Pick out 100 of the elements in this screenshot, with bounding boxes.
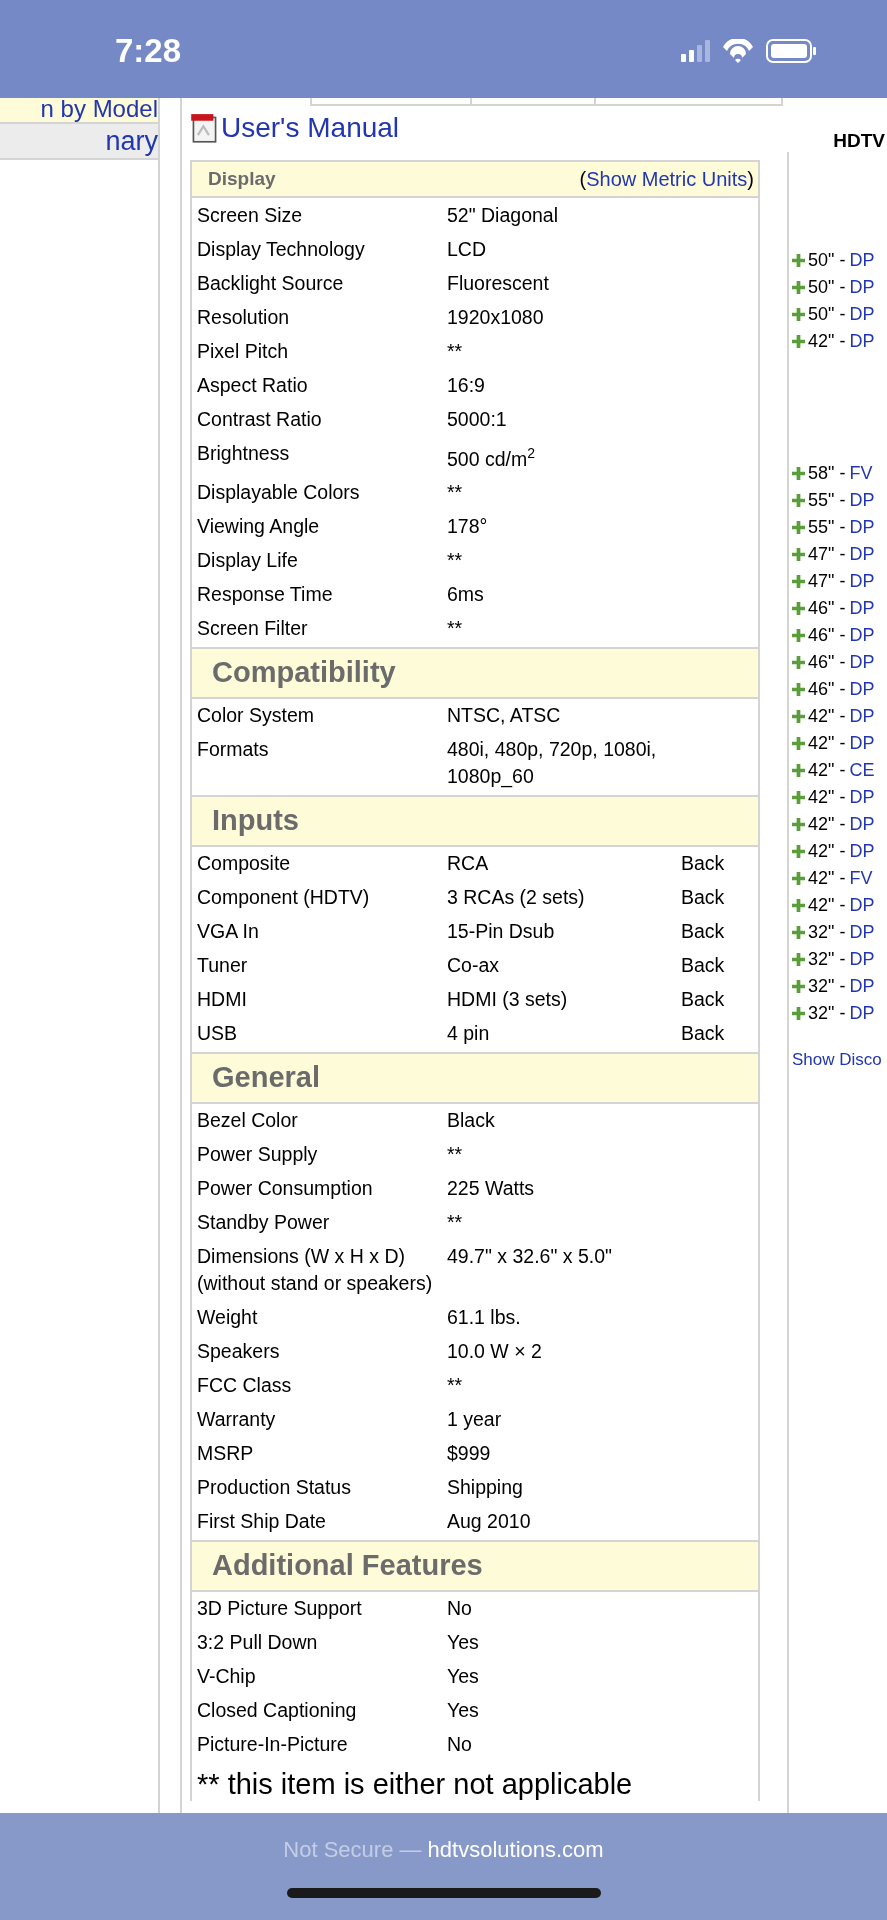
spec-value: Co-ax xyxy=(447,953,501,978)
spec-value: RCA xyxy=(447,851,490,876)
spec-value: 49.7" x 32.6" x 5.0" xyxy=(447,1244,613,1269)
spec-label: VGA In xyxy=(197,919,260,944)
model-link[interactable]: DP xyxy=(849,598,875,619)
model-size: 50" - xyxy=(808,277,846,298)
spec-label: Power Consumption xyxy=(197,1176,374,1201)
model-link[interactable]: DP xyxy=(849,277,875,298)
model-link[interactable]: FV xyxy=(849,868,873,889)
model-link[interactable]: DP xyxy=(849,976,875,997)
spec-label: Weight xyxy=(197,1305,259,1330)
plus-icon xyxy=(792,764,805,777)
tab[interactable] xyxy=(310,98,472,106)
model-link[interactable]: DP xyxy=(849,490,875,511)
plus-icon xyxy=(792,254,805,267)
spec-value: HDMI (3 sets) xyxy=(447,987,569,1012)
model-size: 55" - xyxy=(808,517,846,538)
plus-icon xyxy=(792,281,805,294)
spec-label: Brightness xyxy=(197,440,291,466)
spec-value: ** xyxy=(447,480,464,505)
model-size: 47" - xyxy=(808,544,846,565)
model-link[interactable]: DP xyxy=(849,922,875,943)
model-link[interactable]: DP xyxy=(849,679,875,700)
plus-icon xyxy=(792,548,805,561)
plus-icon xyxy=(792,521,805,534)
show-discontinued-link[interactable]: Show Disco xyxy=(792,1050,882,1070)
model-link[interactable]: DP xyxy=(849,652,875,673)
spec-label: Power Supply xyxy=(197,1142,319,1167)
spec-value: 225 Watts xyxy=(447,1176,536,1201)
model-link[interactable]: FV xyxy=(849,463,873,484)
spec-label: Contrast Ratio xyxy=(197,406,323,432)
spec-label: Response Time xyxy=(197,582,334,607)
plus-icon xyxy=(792,629,805,642)
sidebar-item[interactable]: n by Model xyxy=(0,98,158,124)
spec-location: Back xyxy=(681,987,725,1012)
spec-value: Shipping xyxy=(447,1475,524,1500)
section-title: General xyxy=(212,1061,320,1094)
spec-label: Resolution xyxy=(197,304,291,330)
plus-icon xyxy=(792,926,805,939)
spec-label: 3D Picture Support xyxy=(197,1596,363,1621)
plus-icon xyxy=(792,845,805,858)
model-link[interactable]: DP xyxy=(849,1003,875,1024)
spec-label: Backlight Source xyxy=(197,270,345,296)
model-link[interactable]: DP xyxy=(849,250,875,271)
model-link[interactable]: DP xyxy=(849,517,875,538)
spec-value: No xyxy=(447,1732,473,1757)
model-link[interactable]: DP xyxy=(849,304,875,325)
spec-value: ** xyxy=(447,1373,464,1398)
spec-value: Aug 2010 xyxy=(447,1509,532,1534)
model-link[interactable]: DP xyxy=(849,814,875,835)
model-size: 46" - xyxy=(808,652,846,673)
spec-value: LCD xyxy=(447,236,487,262)
spec-value: $999 xyxy=(447,1441,492,1466)
plus-icon xyxy=(792,737,805,750)
spec-value: 1 year xyxy=(447,1407,503,1432)
spec-label: Formats xyxy=(197,737,270,762)
plus-icon xyxy=(792,899,805,912)
model-link[interactable]: DP xyxy=(849,625,875,646)
tab[interactable] xyxy=(471,98,597,106)
model-size: 55" - xyxy=(808,490,846,511)
signal-icon xyxy=(681,40,710,62)
model-link[interactable]: DP xyxy=(849,841,875,862)
plus-icon xyxy=(792,791,805,804)
model-link[interactable]: DP xyxy=(849,706,875,727)
tab[interactable] xyxy=(596,98,783,106)
plus-icon xyxy=(792,494,805,507)
model-link[interactable]: DP xyxy=(849,949,875,970)
model-link[interactable]: DP xyxy=(849,733,875,754)
model-size: 32" - xyxy=(808,976,846,997)
model-link[interactable]: CE xyxy=(849,760,875,781)
footnote: ** this item is either not applicable xyxy=(196,1766,634,1801)
spec-label: MSRP xyxy=(197,1441,255,1466)
sidebar-item[interactable]: nary xyxy=(0,124,158,160)
model-link[interactable]: DP xyxy=(849,571,875,592)
model-link[interactable]: DP xyxy=(849,331,875,352)
plus-icon xyxy=(792,602,805,615)
model-link[interactable]: DP xyxy=(849,787,875,808)
model-size: 42" - xyxy=(808,868,846,889)
spec-value: 500 cd/m$^{2}$ xyxy=(447,443,536,471)
home-indicator[interactable] xyxy=(286,1888,601,1898)
plus-icon xyxy=(792,683,805,696)
spec-location: Back xyxy=(681,919,725,944)
metric-units-link[interactable]: Show Metric Units xyxy=(586,167,748,190)
manual-link[interactable]: User's Manual xyxy=(221,112,400,144)
model-link[interactable]: DP xyxy=(849,895,875,916)
spec-label: USB xyxy=(197,1021,239,1046)
model-size: 42" - xyxy=(808,760,846,781)
section-title: Display xyxy=(208,168,276,190)
spec-label: HDMI xyxy=(197,987,248,1012)
status-time: 7:28 xyxy=(115,32,182,70)
model-size: 32" - xyxy=(808,949,846,970)
spec-label: V-Chip xyxy=(197,1664,257,1689)
spec-location: Back xyxy=(681,885,725,910)
spec-label: First Ship Date xyxy=(197,1509,327,1534)
spec-label: FCC Class xyxy=(197,1373,293,1398)
plus-icon xyxy=(792,1007,805,1020)
plus-icon xyxy=(792,872,805,885)
model-link[interactable]: DP xyxy=(849,544,875,565)
spec-value: 52" Diagonal xyxy=(447,202,559,228)
spec-label: Color System xyxy=(197,703,316,728)
